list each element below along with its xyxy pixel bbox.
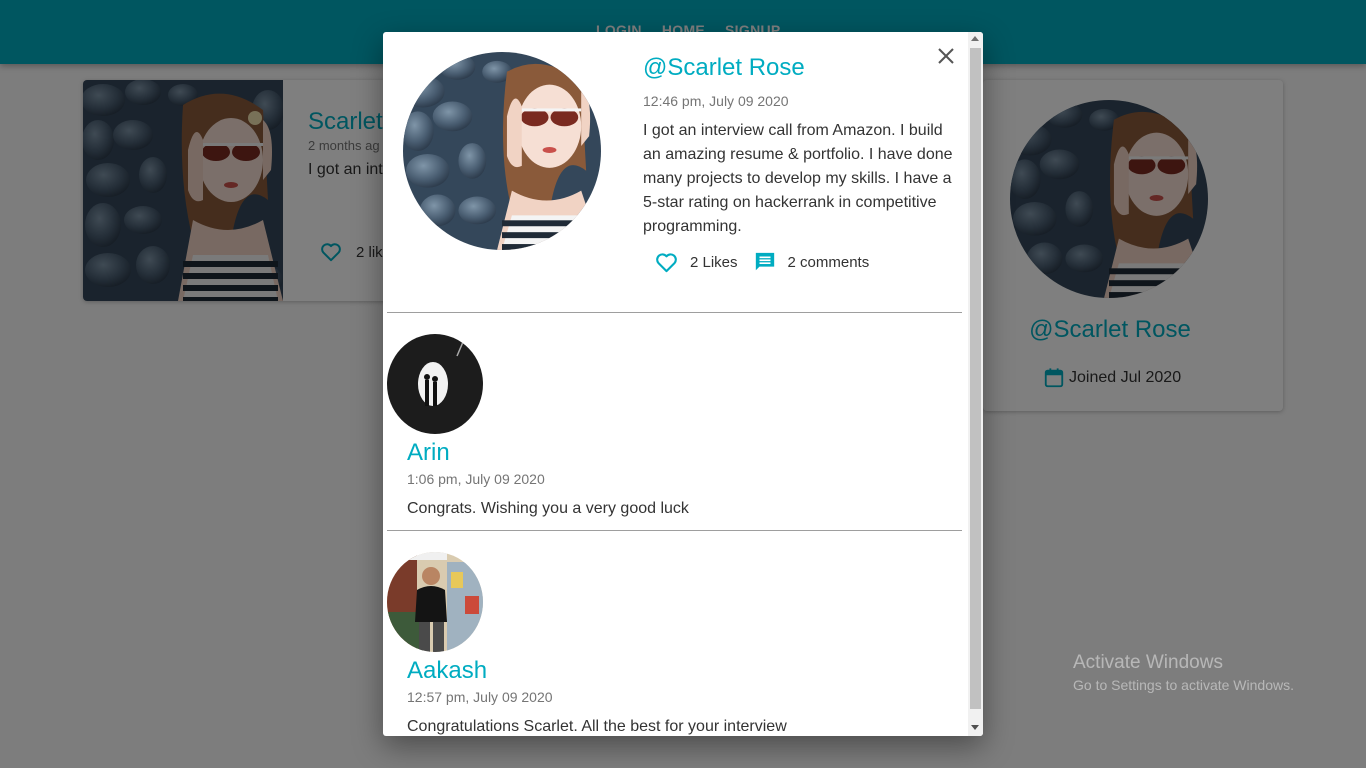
modal-author-avatar	[403, 52, 601, 250]
modal-post-actions: 2 Likes 2 comments	[655, 251, 885, 273]
comment-author[interactable]: Aakash	[407, 657, 487, 685]
modal-post-time: 12:46 pm, July 09 2020	[643, 93, 789, 109]
comment-avatar	[387, 552, 483, 652]
comment-avatar	[387, 334, 483, 434]
divider	[387, 530, 962, 531]
modal-scrollbar[interactable]	[968, 32, 983, 736]
comment-text: Congrats. Wishing you a very good luck	[407, 500, 689, 517]
post-detail-modal: @Scarlet Rose 12:46 pm, July 09 2020 I g…	[383, 32, 983, 736]
scroll-up-arrow[interactable]	[971, 36, 979, 41]
like-button[interactable]: 2 Likes	[655, 252, 738, 273]
scrollbar-thumb[interactable]	[970, 48, 981, 709]
windows-activation-watermark: Activate Windows Go to Settings to activ…	[1073, 652, 1294, 693]
heart-outline-icon[interactable]	[655, 252, 678, 273]
comments-count: 2 comments	[787, 253, 870, 271]
watermark-subtitle: Go to Settings to activate Windows.	[1073, 677, 1294, 693]
close-icon[interactable]	[935, 45, 957, 67]
modal-post-text: I got an interview call from Amazon. I b…	[643, 122, 953, 235]
divider	[387, 312, 962, 313]
comment-time: 1:06 pm, July 09 2020	[407, 471, 545, 487]
scroll-down-arrow[interactable]	[971, 725, 979, 730]
comment-time: 12:57 pm, July 09 2020	[407, 689, 553, 705]
watermark-title: Activate Windows	[1073, 652, 1223, 673]
comment-text: Congratulations Scarlet. All the best fo…	[407, 718, 787, 735]
close-button[interactable]	[935, 45, 957, 67]
modal-content: @Scarlet Rose 12:46 pm, July 09 2020 I g…	[383, 32, 968, 736]
comment-author[interactable]: Arin	[407, 439, 450, 467]
comments-button[interactable]: 2 comments	[754, 251, 870, 273]
likes-count: 2 Likes	[690, 253, 738, 271]
modal-author-name[interactable]: @Scarlet Rose	[643, 54, 805, 82]
comment-bubble-icon[interactable]	[754, 251, 776, 273]
